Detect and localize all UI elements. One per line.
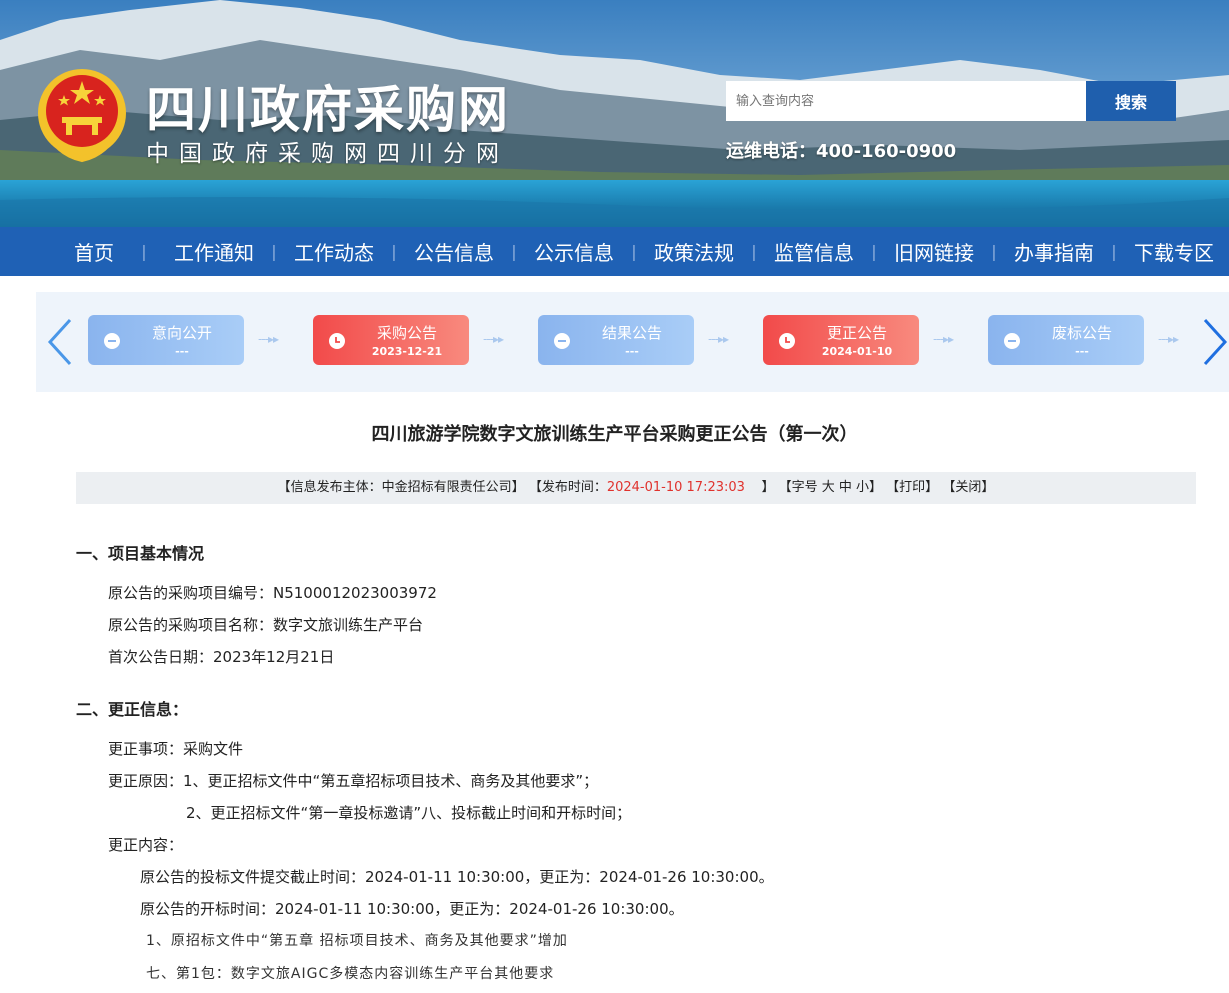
nav-separator: | <box>511 242 517 261</box>
step-date: 2024-01-10 <box>821 345 893 358</box>
search-button[interactable]: 搜索 <box>1086 81 1176 121</box>
minus-circle-icon <box>104 333 120 349</box>
step-title: 结果公告 <box>601 324 662 342</box>
chevron-right-icon[interactable] <box>1199 318 1229 366</box>
minus-circle-icon <box>554 333 570 349</box>
publish-time-value: 2024-01-10 17:23:03 <box>606 480 745 495</box>
nav-item-downloads[interactable]: 下载专区 <box>1134 237 1214 266</box>
article-meta-bar: 【信息发布主体：中金招标有限责任公司】 【发布时间：2024-01-10 17:… <box>76 472 1196 504</box>
article-title: 四川旅游学院数字文旅训练生产平台采购更正公告（第一次） <box>371 424 858 445</box>
step-intent-disclosure[interactable]: 意向公开 --- <box>88 315 244 365</box>
correction-item-line: 更正事项：采购文件 <box>108 740 244 758</box>
header-banner: 四川政府采购网 中国政府采购网四川分网 搜索 运维电话：400-160-0900 <box>0 0 1229 227</box>
clock-icon <box>329 333 345 349</box>
hotline-text: 运维电话：400-160-0900 <box>726 141 957 162</box>
step-procurement-notice[interactable]: 采购公告 2023-12-21 <box>313 315 469 365</box>
first-notice-date-line: 首次公告日期：2023年12月21日 <box>108 648 335 666</box>
nav-separator: | <box>1111 242 1117 261</box>
minus-circle-icon <box>1004 333 1020 349</box>
step-title: 废标公告 <box>1051 324 1112 342</box>
clock-icon <box>779 333 795 349</box>
correction-content-line-3: 1、原招标文件中“第五章 招标项目技术、商务及其他要求”增加 <box>146 933 568 949</box>
correction-content-line-1: 原公告的投标文件提交截止时间：2024-01-11 10:30:00，更正为：2… <box>140 868 774 886</box>
correction-reason-line-1: 更正原因：1、更正招标文件中“第五章招标项目技术、商务及其他要求”； <box>108 772 599 790</box>
nav-item-old-site[interactable]: 旧网链接 <box>894 237 974 266</box>
print-link[interactable]: 【打印】 <box>886 480 938 495</box>
publish-time-label: 【发布时间： <box>528 480 607 495</box>
step-result-notice[interactable]: 结果公告 --- <box>538 315 694 365</box>
step-date: 2023-12-21 <box>371 345 443 358</box>
nav-separator: | <box>871 242 877 261</box>
step-date: --- <box>625 345 639 358</box>
nav-item-publicity[interactable]: 公示信息 <box>534 237 614 266</box>
site-subtitle: 中国政府采购网四川分网 <box>146 141 509 167</box>
nav-item-work-news[interactable]: 工作动态 <box>294 237 374 266</box>
nav-separator: | <box>631 242 637 261</box>
correction-reason-line-2: 2、更正招标文件“第一章投标邀请”八、投标截止时间和开标时间； <box>186 804 632 822</box>
nav-separator: | <box>751 242 757 261</box>
correction-content-line-4: 七、第1包：数字文旅AIGC多模态内容训练生产平台其他要求 <box>146 966 555 982</box>
nav-item-home[interactable]: 首页 <box>74 237 114 266</box>
arrow-connector-icon: ‐‐‐▸▸ <box>708 332 729 346</box>
nav-separator: | <box>991 242 997 261</box>
section-heading-correction: 二、更正信息： <box>76 700 189 719</box>
national-emblem-icon <box>38 69 126 163</box>
nav-item-guide[interactable]: 办事指南 <box>1014 237 1094 266</box>
site-title: 四川政府采购网 <box>146 81 510 139</box>
arrow-connector-icon: ‐‐‐▸▸ <box>933 332 954 346</box>
project-number-line: 原公告的采购项目编号：N5100012023003972 <box>108 584 437 602</box>
section-heading-basic-info: 一、项目基本情况 <box>76 544 205 563</box>
main-nav: 首页 | 工作通知 | 工作动态 | 公告信息 | 公示信息 | 政策法规 | … <box>0 227 1229 276</box>
chevron-left-icon[interactable] <box>46 318 76 366</box>
nav-separator: | <box>141 242 147 261</box>
step-correction-notice[interactable]: 更正公告 2024-01-10 <box>763 315 919 365</box>
step-title: 意向公开 <box>151 324 212 342</box>
arrow-connector-icon: ‐‐‐▸▸ <box>1158 332 1179 346</box>
step-date: --- <box>1075 345 1089 358</box>
nav-separator: | <box>271 242 277 261</box>
step-title: 采购公告 <box>376 324 437 342</box>
publish-time-close: 】 <box>761 480 775 495</box>
correction-content-label: 更正内容： <box>108 836 184 854</box>
nav-separator: | <box>391 242 397 261</box>
arrow-connector-icon: ‐‐‐▸▸ <box>483 332 504 346</box>
nav-item-supervision[interactable]: 监管信息 <box>774 237 854 266</box>
correction-content-line-2: 原公告的开标时间：2024-01-11 10:30:00，更正为：2024-01… <box>140 900 684 918</box>
project-name-line: 原公告的采购项目名称：数字文旅训练生产平台 <box>108 616 424 634</box>
step-date: --- <box>175 345 189 358</box>
font-size-control[interactable]: 【字号 大 中 小】 <box>779 480 882 495</box>
nav-item-announcements[interactable]: 公告信息 <box>414 237 494 266</box>
nav-item-work-notice[interactable]: 工作通知 <box>174 237 254 266</box>
arrow-connector-icon: ‐‐‐▸▸ <box>258 332 279 346</box>
publisher-text: 【信息发布主体：中金招标有限责任公司】 <box>277 480 525 495</box>
step-title: 更正公告 <box>826 324 887 342</box>
search-input[interactable] <box>726 81 1086 121</box>
close-link[interactable]: 【关闭】 <box>942 480 994 495</box>
step-cancel-notice[interactable]: 废标公告 --- <box>988 315 1144 365</box>
nav-item-policy[interactable]: 政策法规 <box>654 237 734 266</box>
announcement-progress: 意向公开 --- ‐‐‐▸▸ 采购公告 2023-12-21 ‐‐‐▸▸ 结果公… <box>36 292 1229 392</box>
